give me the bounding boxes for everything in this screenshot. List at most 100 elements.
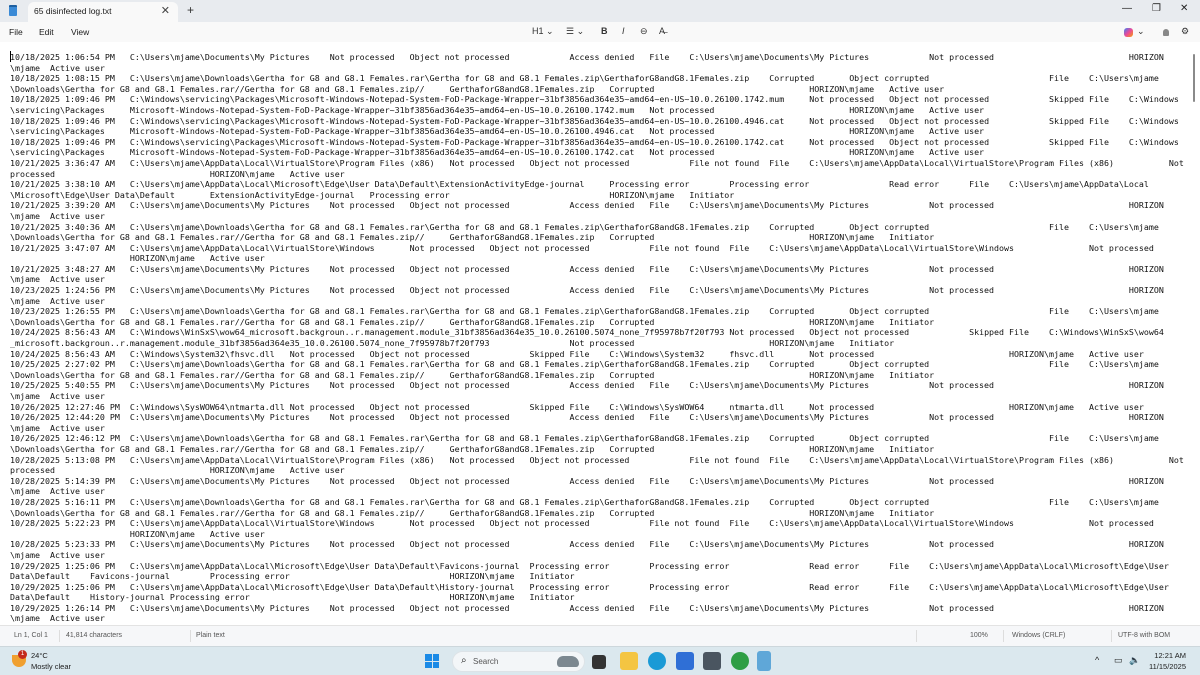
weather-condition[interactable]: Mostly clear	[31, 662, 71, 671]
weather-badge: 1	[18, 650, 27, 659]
maximize-button[interactable]: ❐	[1152, 3, 1161, 14]
link-icon[interactable]: ⊖	[640, 26, 648, 37]
kaspersky-icon[interactable]	[731, 652, 749, 670]
weather-temperature[interactable]: 24°C	[31, 651, 48, 660]
log-line: \mjame Active user	[10, 549, 105, 560]
log-line: 10/21/2025 3:40:36 AM C:\Users\mjame\Dow…	[10, 221, 1159, 232]
log-line: 10/23/2025 1:24:56 PM C:\Users\mjame\Doc…	[10, 285, 1164, 296]
log-line: 10/24/2025 8:56:43 AM C:\Windows\WinSxS\…	[10, 327, 1164, 338]
log-line: \servicing\Packages Microsoft-Windows-No…	[10, 104, 985, 115]
menu-file[interactable]: File	[9, 27, 23, 37]
log-line: 10/26/2025 12:46:12 PM C:\Users\mjame\Do…	[10, 433, 1159, 444]
log-line: HORIZON\mjame Active user	[10, 253, 265, 264]
log-line: \mjame Active user	[10, 422, 105, 433]
start-button[interactable]	[425, 654, 439, 668]
title-bar: 65 disinfected log.txt ✕ + — ❐ ✕	[0, 0, 1200, 22]
taskbar-search[interactable]: ⌕ Search	[452, 651, 585, 672]
search-placeholder: Search	[473, 657, 499, 666]
tab-title: 65 disinfected log.txt	[34, 6, 112, 16]
settings-icon[interactable]: ⚙	[1181, 26, 1189, 37]
tab-document[interactable]: 65 disinfected log.txt ✕	[28, 2, 178, 22]
italic-button[interactable]: I	[622, 26, 625, 36]
divider	[916, 630, 917, 642]
copilot-icon[interactable]	[1124, 28, 1133, 37]
notepad-icon	[9, 5, 17, 16]
log-line: \Downloads\Gertha for G8 and G8.1 Female…	[10, 369, 935, 380]
log-line: 10/28/2025 5:13:08 PM C:\Users\mjame\App…	[10, 454, 1184, 465]
divider	[59, 630, 60, 642]
notepad-taskbar-icon[interactable]	[757, 651, 771, 671]
log-line: 10/18/2025 1:09:46 PM C:\Windows\servici…	[10, 94, 1179, 105]
divider	[190, 630, 191, 642]
menu-edit[interactable]: Edit	[39, 27, 54, 37]
new-tab-button[interactable]: +	[187, 3, 194, 17]
clock-date: 11/15/2025	[1149, 662, 1186, 671]
task-view-icon[interactable]	[592, 655, 606, 669]
log-line: \Microsoft\Edge\User Data\Default Extens…	[10, 189, 735, 200]
document-text[interactable]: 10/18/2025 1:06:54 PM C:\Users\mjame\Doc…	[10, 52, 1190, 624]
log-line: 10/28/2025 5:14:39 PM C:\Users\mjame\Doc…	[10, 475, 1164, 486]
log-line: Data\Default History-journal Processing …	[10, 592, 575, 603]
clock-time: 12:21 AM	[1154, 651, 1186, 660]
log-line: 10/21/2025 3:47:07 AM C:\Users\mjame\App…	[10, 242, 1154, 253]
volume-icon[interactable]: 🔈	[1129, 655, 1140, 666]
log-line: 10/25/2025 2:27:02 PM C:\Users\mjame\Dow…	[10, 359, 1159, 370]
log-line: 10/28/2025 5:16:11 PM C:\Users\mjame\Dow…	[10, 496, 1159, 507]
log-line: processed HORIZON\mjame Active user	[10, 465, 345, 476]
copilot-dropdown[interactable]: ⌄	[1137, 26, 1145, 37]
log-line: \mjame Active user	[10, 391, 105, 401]
text-editor[interactable]: 10/18/2025 1:06:54 PM C:\Users\mjame\Doc…	[0, 42, 1200, 625]
log-line: 10/26/2025 12:27:46 PM C:\Windows\SysWOW…	[10, 401, 1144, 412]
status-bar: Ln 1, Col 1 41,814 characters Plain text…	[0, 625, 1200, 646]
network-icon[interactable]: ▭	[1114, 655, 1123, 666]
encoding[interactable]: UTF-8 with BOM	[1118, 632, 1170, 639]
edge-icon[interactable]	[648, 652, 666, 670]
log-line: _microsoft.backgroun..r.management.modul…	[10, 338, 895, 349]
log-line: 10/29/2025 1:25:06 PM C:\Users\mjame\App…	[10, 581, 1169, 592]
log-line: 10/24/2025 8:56:43 AM C:\Windows\System3…	[10, 348, 1144, 359]
menu-bar: File Edit View H1 ⌄ ☰ ⌄ B I ⊖ A̶ ⌄ ⚙	[0, 22, 1200, 42]
log-line: \Downloads\Gertha for G8 and G8.1 Female…	[10, 83, 945, 94]
divider	[1003, 630, 1004, 642]
close-tab-button[interactable]: ✕	[161, 4, 170, 17]
log-line: 10/25/2025 5:40:55 PM C:\Users\mjame\Doc…	[10, 380, 1164, 391]
log-line: \mjame Active user	[10, 295, 105, 306]
log-line: \mjame Active user	[10, 210, 105, 221]
list-dropdown[interactable]: ☰ ⌄	[566, 26, 584, 37]
minimize-button[interactable]: —	[1122, 3, 1132, 14]
log-line: 10/28/2025 5:22:23 PM C:\Users\mjame\App…	[10, 518, 1154, 529]
character-count: 41,814 characters	[66, 632, 123, 639]
bold-button[interactable]: B	[601, 26, 608, 36]
log-line: HORIZON\mjame Active user	[10, 528, 265, 539]
menu-view[interactable]: View	[71, 27, 89, 37]
clock[interactable]: 12:21 AM 11/15/2025	[1149, 650, 1186, 672]
log-line: \servicing\Packages Microsoft-Windows-No…	[10, 126, 985, 137]
search-icon: ⌕	[461, 655, 467, 666]
log-line: 10/29/2025 1:26:14 PM C:\Users\mjame\Doc…	[10, 602, 1164, 613]
text-caret	[10, 51, 11, 62]
log-line: \mjame Active user	[10, 62, 105, 73]
log-line: 10/28/2025 5:23:33 PM C:\Users\mjame\Doc…	[10, 539, 1164, 550]
close-button[interactable]: ✕	[1180, 3, 1188, 14]
outlook-icon[interactable]	[676, 652, 694, 670]
cursor-position: Ln 1, Col 1	[14, 632, 48, 639]
file-explorer-icon[interactable]	[620, 652, 638, 670]
log-line: \Downloads\Gertha for G8 and G8.1 Female…	[10, 443, 935, 454]
log-line: 10/21/2025 3:39:20 AM C:\Users\mjame\Doc…	[10, 200, 1164, 211]
log-line: 10/26/2025 12:44:20 PM C:\Users\mjame\Do…	[10, 412, 1164, 423]
line-ending[interactable]: Windows (CRLF)	[1012, 632, 1065, 639]
log-line: \servicing\Packages Microsoft-Windows-No…	[10, 147, 985, 158]
app-window-icon[interactable]	[703, 652, 721, 670]
divider	[1111, 630, 1112, 642]
log-line: \mjame Active user	[10, 613, 105, 624]
log-line: 10/23/2025 1:26:55 PM C:\Users\mjame\Dow…	[10, 306, 1159, 317]
log-line: 10/18/2025 1:08:15 PM C:\Users\mjame\Dow…	[10, 73, 1159, 84]
clear-formatting-icon[interactable]: A̶	[659, 26, 665, 36]
log-line: 10/18/2025 1:06:54 PM C:\Users\mjame\Doc…	[10, 52, 1164, 62]
heading-dropdown[interactable]: H1 ⌄	[532, 26, 554, 37]
zoom-level[interactable]: 100%	[970, 632, 988, 639]
log-line: 10/21/2025 3:38:10 AM C:\Users\mjame\App…	[10, 179, 1149, 190]
account-icon[interactable]	[1163, 29, 1169, 36]
show-hidden-icons[interactable]: ^	[1095, 655, 1099, 665]
vertical-scrollbar[interactable]	[1193, 54, 1195, 102]
